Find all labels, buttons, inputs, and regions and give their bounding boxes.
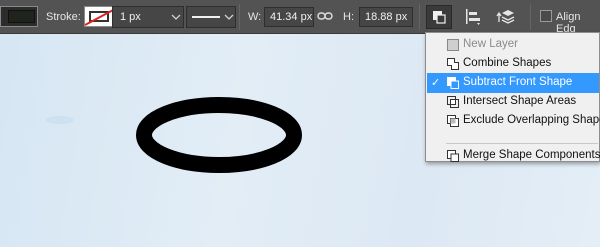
separator xyxy=(419,4,420,30)
options-bar: Stroke: 1 px W: 41.34 px H: 18.88 px Ali… xyxy=(0,0,600,35)
canvas-smudge xyxy=(46,116,74,124)
menu-item-exclude-overlapping-shapes[interactable]: Exclude Overlapping Shape xyxy=(427,111,600,131)
chevron-down-icon xyxy=(171,14,181,20)
path-arrangement-icon xyxy=(496,10,515,24)
menu-item-new-layer[interactable]: New Layer xyxy=(427,35,599,55)
checkmark-icon: ✓ xyxy=(431,77,441,89)
solid-line-icon xyxy=(192,16,220,18)
chevron-down-icon xyxy=(224,14,234,20)
width-label: W: xyxy=(248,11,262,23)
menu-item-subtract-front-shape[interactable]: ✓ Subtract Front Shape xyxy=(427,73,599,93)
separator xyxy=(239,4,240,30)
align-edges-checkbox[interactable] xyxy=(540,10,552,22)
ring-shape[interactable] xyxy=(136,97,302,173)
menu-separator xyxy=(446,143,598,144)
stroke-type-dropdown[interactable] xyxy=(186,6,236,28)
combine-shapes-icon xyxy=(447,58,459,70)
path-operations-icon xyxy=(433,11,446,24)
stroke-width-value: 1 px xyxy=(120,11,141,23)
path-operations-button[interactable] xyxy=(426,5,452,29)
separator xyxy=(530,4,531,30)
new-layer-icon xyxy=(447,39,459,51)
height-label: H: xyxy=(343,11,354,23)
subtract-front-shape-icon xyxy=(447,77,459,89)
menu-item-merge-shape-components[interactable]: Merge Shape Components xyxy=(427,146,600,166)
height-value: 18.88 px xyxy=(365,11,408,23)
path-alignment-button[interactable] xyxy=(460,5,486,29)
link-icon[interactable] xyxy=(317,11,333,22)
path-alignment-icon xyxy=(466,9,480,25)
menu-item-intersect-shape-areas[interactable]: Intersect Shape Areas xyxy=(427,92,599,112)
path-arrangement-button[interactable] xyxy=(492,5,518,29)
exclude-overlapping-shapes-icon xyxy=(447,115,459,127)
stroke-width-dropdown[interactable]: 1 px xyxy=(112,6,184,28)
merge-shape-components-icon xyxy=(447,150,459,162)
menu-item-combine-shapes[interactable]: Combine Shapes xyxy=(427,54,599,74)
intersect-shape-areas-icon xyxy=(447,96,459,108)
height-field[interactable]: 18.88 px xyxy=(359,7,413,27)
path-operations-menu: New Layer Combine Shapes ✓ Subtract Fron… xyxy=(425,32,600,162)
width-value: 41.34 px xyxy=(270,11,313,23)
stroke-color-swatch[interactable] xyxy=(84,6,114,27)
width-field[interactable]: 41.34 px xyxy=(264,7,314,27)
stroke-label: Stroke: xyxy=(46,11,81,23)
fill-color-swatch[interactable] xyxy=(0,6,38,27)
